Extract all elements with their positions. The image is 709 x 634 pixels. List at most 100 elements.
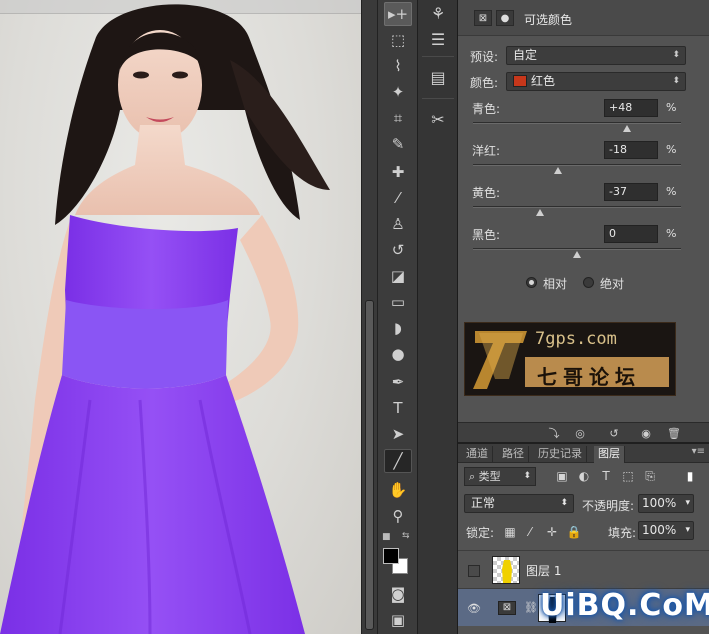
opacity-input[interactable]: 100% ▾ — [638, 494, 694, 513]
chevron-updown-icon: ⬍ — [672, 76, 680, 86]
brush-tool-icon[interactable]: ⁄ — [384, 186, 412, 210]
marquee-tool-icon[interactable]: ⬚ — [384, 28, 412, 52]
eye-icon[interactable]: 👁 — [466, 601, 482, 615]
adjustment-filter-icon[interactable]: ◐ — [576, 468, 592, 484]
eraser-tool-icon[interactable]: ◪ — [384, 264, 412, 288]
delete-adjustment-icon[interactable]: 🗑 — [666, 426, 682, 440]
lasso-tool-icon[interactable]: ⌇ — [384, 54, 412, 78]
fill-input[interactable]: 100% ▾ — [638, 521, 694, 540]
site-watermark-logo: UiBQ.CoM — [540, 588, 709, 623]
black-slider-thumb[interactable] — [573, 251, 581, 258]
tab-history[interactable]: 历史记录 — [534, 446, 587, 463]
preset-value: 自定 — [513, 48, 538, 62]
forum-watermark-logo: 7gps.com 七哥论坛 — [464, 322, 676, 396]
magenta-slider-thumb[interactable] — [554, 167, 563, 174]
yellow-slider-track[interactable] — [473, 206, 681, 208]
layer-comps-icon[interactable]: ▤ — [426, 66, 450, 88]
panel-dock: ⚘ ☰ ▤ ✂ — [418, 0, 458, 634]
visibility-toggle[interactable] — [468, 565, 480, 577]
history-brush-tool-icon[interactable]: ↺ — [384, 238, 412, 262]
red-color-chip — [513, 75, 527, 87]
relative-label: 相对 — [543, 277, 568, 291]
foreground-color-swatch[interactable] — [383, 548, 399, 564]
default-colors-icon[interactable]: ■ — [382, 532, 391, 542]
absolute-radio[interactable] — [583, 277, 594, 288]
absolute-label: 绝对 — [600, 277, 625, 291]
toggle-visibility-icon[interactable]: ◉ — [638, 426, 654, 440]
search-icon: ⌕ — [469, 470, 476, 483]
scrollbar-thumb[interactable] — [365, 300, 374, 630]
cyan-slider-thumb[interactable] — [622, 125, 631, 132]
canvas-photo — [0, 4, 330, 634]
lock-all-icon[interactable]: 🔒 — [566, 524, 582, 540]
yellow-slider-thumb[interactable] — [535, 209, 544, 216]
swap-colors-icon[interactable]: ⇆ — [402, 531, 410, 541]
magenta-slider-track[interactable] — [473, 164, 681, 166]
tools-presets-icon[interactable]: ✂ — [426, 108, 450, 130]
magenta-input[interactable]: -18 — [604, 141, 658, 159]
properties-panel: ⊠ ● 可选颜色 预设: 自定 ⬍ 颜色: 红色 ⬍ 青色: +48 % 洋红:… — [458, 0, 709, 422]
adjustment-icon[interactable]: ⊠ — [474, 10, 492, 26]
toolbox: ▸+ ⬚ ⌇ ✦ ⌗ ✎ ✚ ⁄ ♙ ↺ ◪ ▭ ◗ ● ✒ T ➤ ╱ ✋ ⚲… — [378, 0, 418, 634]
type-filter-icon[interactable]: T — [598, 468, 614, 484]
magic-wand-tool-icon[interactable]: ✦ — [384, 80, 412, 104]
blur-tool-icon[interactable]: ◗ — [384, 316, 412, 340]
hand-tool-icon[interactable]: ✋ — [384, 478, 412, 502]
colors-select[interactable]: 红色 ⬍ — [506, 72, 686, 91]
document-canvas[interactable] — [0, 0, 361, 634]
zoom-tool-icon[interactable]: ⚲ — [384, 504, 412, 528]
eyedropper-tool-icon[interactable]: ✎ — [384, 132, 412, 156]
relative-radio[interactable] — [526, 277, 537, 288]
blend-mode-select[interactable]: 正常 ⬍ — [464, 494, 574, 513]
pixel-filter-icon[interactable]: ▣ — [554, 468, 570, 484]
clip-to-layer-icon[interactable]: ⤵ — [546, 426, 562, 440]
gradient-tool-icon[interactable]: ▭ — [384, 290, 412, 314]
smart-object-filter-icon[interactable]: ⎘ — [642, 468, 658, 484]
line-tool-icon[interactable]: ╱ — [384, 449, 412, 473]
tab-channels[interactable]: 通道 — [462, 446, 493, 463]
healing-brush-tool-icon[interactable]: ✚ — [384, 160, 412, 184]
opacity-label: 不透明度: — [582, 499, 635, 513]
colors-label: 颜色: — [470, 76, 499, 90]
panel-menu-icon[interactable]: ▾≡ — [692, 446, 705, 457]
clone-stamp-tool-icon[interactable]: ♙ — [384, 212, 412, 236]
reset-adjustment-icon[interactable]: ↺ — [606, 426, 622, 440]
path-selection-tool-icon[interactable]: ➤ — [384, 422, 412, 446]
lock-image-icon[interactable]: ⁄ — [522, 524, 538, 540]
history-panel-icon[interactable]: ⚘ — [426, 2, 450, 24]
preset-select[interactable]: 自定 ⬍ — [506, 46, 686, 65]
shape-filter-icon[interactable]: ⬚ — [620, 468, 636, 484]
adjustments-panel-icon[interactable]: ☰ — [426, 28, 450, 50]
cyan-slider-track[interactable] — [473, 122, 681, 124]
mask-icon[interactable]: ● — [496, 10, 514, 26]
black-slider-track[interactable] — [473, 248, 681, 250]
fill-label: 填充: — [608, 526, 637, 540]
dodge-tool-icon[interactable]: ● — [384, 342, 412, 366]
view-previous-state-icon[interactable]: ◎ — [572, 426, 588, 440]
tab-paths[interactable]: 路径 — [498, 446, 529, 463]
cyan-input[interactable]: +48 — [604, 99, 658, 117]
screen-mode-icon[interactable]: ▣ — [384, 608, 412, 632]
pen-tool-icon[interactable]: ✒ — [384, 370, 412, 394]
yellow-input[interactable]: -37 — [604, 183, 658, 201]
type-tool-icon[interactable]: T — [384, 396, 412, 420]
yellow-label: 黄色: — [472, 186, 501, 200]
canvas-vertical-scrollbar[interactable] — [361, 0, 378, 634]
chevron-down-icon: ▾ — [685, 498, 690, 508]
quick-mask-icon[interactable]: ◙ — [384, 582, 412, 606]
yellow-unit: % — [666, 185, 677, 198]
tab-layers[interactable]: 图层 — [594, 446, 625, 463]
layer-row[interactable]: 图层 1 — [458, 550, 709, 588]
lock-transparent-icon[interactable]: ▦ — [502, 524, 518, 540]
layer-name: 图层 1 — [526, 564, 562, 578]
lock-position-icon[interactable]: ✛ — [544, 524, 560, 540]
layer-filter-select[interactable]: ⌕ 类型 ⬍ — [464, 467, 536, 486]
chevron-down-icon: ▾ — [685, 525, 690, 535]
black-input[interactable]: 0 — [604, 225, 658, 243]
chain-link-icon: ⛓ — [524, 601, 538, 614]
colors-value: 红色 — [531, 74, 556, 88]
crop-tool-icon[interactable]: ⌗ — [384, 106, 412, 130]
move-tool-icon[interactable]: ▸+ — [384, 2, 412, 26]
filter-toggle-icon[interactable]: ▮ — [682, 468, 698, 484]
chevron-updown-icon: ⬍ — [523, 471, 531, 481]
